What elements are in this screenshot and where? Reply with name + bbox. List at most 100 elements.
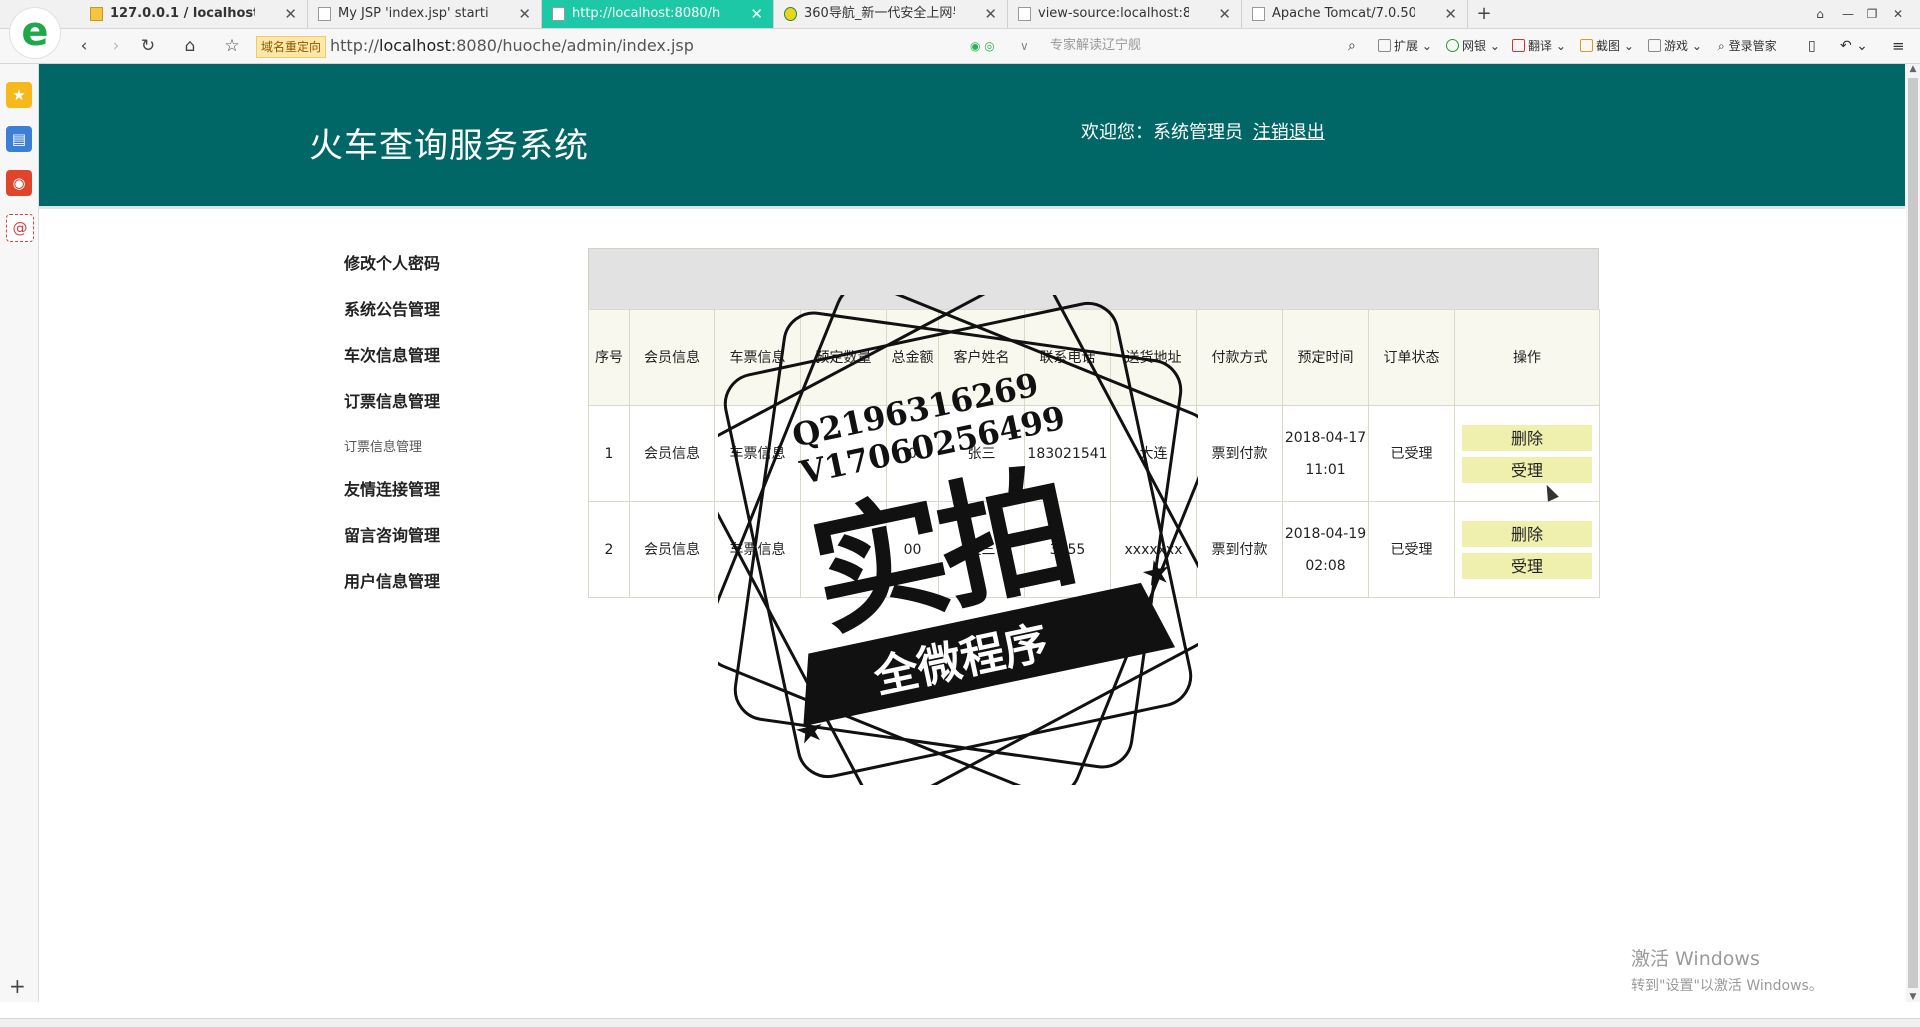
extend-icon xyxy=(1378,39,1391,52)
browser-tab-bar: 127.0.0.1 / localhost | phpMy ✕ My JSP '… xyxy=(0,0,1920,29)
tab-close-icon[interactable]: ✕ xyxy=(1444,0,1457,28)
column-header: 会员信息 xyxy=(629,309,715,406)
table-cell: 183021541 xyxy=(1024,405,1111,502)
submenu-item-booking[interactable]: 订票信息管理 xyxy=(344,436,422,455)
tab-close-icon[interactable]: ✕ xyxy=(1218,0,1231,28)
table-cell: 2018-04-19 02:08 xyxy=(1282,501,1369,598)
new-tab-button[interactable]: + xyxy=(1474,0,1494,28)
browser-tab-active[interactable]: http://localhost:8080/huoche/ ✕ xyxy=(542,0,774,28)
browser-tab[interactable]: Apache Tomcat/7.0.50 - Erro ✕ xyxy=(1242,0,1468,28)
tab-title: Apache Tomcat/7.0.50 - Erro xyxy=(1272,6,1415,21)
stamp-banner xyxy=(803,582,1176,727)
url-host: localhost xyxy=(379,36,451,55)
logout-link[interactable]: 注销退出 xyxy=(1253,122,1325,143)
delete-button[interactable]: 删除 xyxy=(1462,424,1592,451)
browser-tab[interactable]: view-source:localhost:8080/h ✕ xyxy=(1008,0,1242,28)
browser-logo-icon[interactable]: e xyxy=(10,8,60,58)
favorite-star-icon[interactable]: ☆ xyxy=(220,34,244,58)
search-input[interactable]: 专家解读辽宁舰 xyxy=(1050,34,1350,58)
forward-button[interactable]: › xyxy=(104,34,128,58)
menu-item-users[interactable]: 用户信息管理 xyxy=(344,568,440,592)
table-cell: 大连 xyxy=(1110,405,1197,502)
home-icon[interactable]: ⌂ xyxy=(178,34,202,58)
site-header: 火车查询服务系统 欢迎您：系统管理员 注销退出 xyxy=(39,64,1905,209)
star-icon: ★ xyxy=(791,708,829,753)
security-icon[interactable]: ◉ ◎ xyxy=(970,37,995,55)
menu-item-change-password[interactable]: 修改个人密码 xyxy=(344,250,440,274)
screenshot-label: 截图 xyxy=(1596,39,1621,53)
minimize-button[interactable]: — xyxy=(1838,4,1858,24)
column-header: 车票信息 xyxy=(714,309,801,406)
weibo-icon[interactable]: ◉ xyxy=(6,170,32,196)
table-header-row: 序号 会员信息 车票信息 预定数量 总金额 客户姓名 联系电话 送货地址 付款方… xyxy=(588,309,1600,406)
translate-menu[interactable]: 翻译 ⌄ xyxy=(1512,37,1566,55)
close-window-button[interactable]: ✕ xyxy=(1888,4,1908,24)
column-header: 操作 xyxy=(1454,309,1600,406)
games-label: 游戏 xyxy=(1664,39,1689,53)
menu-item-notice[interactable]: 系统公告管理 xyxy=(344,296,440,320)
delete-button[interactable]: 删除 xyxy=(1462,520,1592,547)
welcome-area: 欢迎您：系统管理员 注销退出 xyxy=(1081,118,1325,144)
menu-item-messages[interactable]: 留言咨询管理 xyxy=(344,522,440,546)
menu-item-train[interactable]: 车次信息管理 xyxy=(344,342,440,366)
games-menu[interactable]: 游戏 ⌄ xyxy=(1648,37,1702,55)
phpmyadmin-icon xyxy=(90,7,103,21)
star-icon[interactable]: ★ xyxy=(6,82,32,108)
add-icon[interactable]: + xyxy=(9,974,26,998)
bank-label: 网银 xyxy=(1462,39,1487,53)
activation-title: 激活 Windows xyxy=(1631,948,1760,970)
undo-icon[interactable]: ↶ ⌄ xyxy=(1840,37,1868,55)
accept-button[interactable]: 受理 xyxy=(1462,456,1592,483)
mail-icon[interactable]: @ xyxy=(6,214,34,242)
tab-close-icon[interactable]: ✕ xyxy=(750,0,763,28)
page-icon xyxy=(318,7,331,21)
table-cell: 车票信息 xyxy=(714,501,801,598)
table-cell: 00 xyxy=(886,501,939,598)
menu-icon[interactable]: ≡ xyxy=(1892,37,1905,55)
login-manager[interactable]: ⌕ 登录管家 xyxy=(1718,37,1777,55)
menu-item-booking[interactable]: 订票信息管理 xyxy=(344,388,440,412)
refresh-icon[interactable]: ↻ xyxy=(136,34,160,58)
action-cell: 删除 受理 xyxy=(1454,501,1600,598)
table-cell: 会员信息 xyxy=(629,405,715,502)
bookmark-icon[interactable]: ▯ xyxy=(1808,37,1816,55)
table-row: 2 会员信息 车票信息 00 文三 3555 xxxxxxx 票到付款 2018… xyxy=(588,501,1600,598)
browser-tab[interactable]: 127.0.0.1 / localhost | phpMy ✕ xyxy=(80,0,308,28)
column-header: 联系电话 xyxy=(1024,309,1111,406)
table-cell: 会员信息 xyxy=(629,501,715,598)
menu-item-links[interactable]: 友情连接管理 xyxy=(344,476,440,500)
scroll-up-icon[interactable]: ▲ xyxy=(1906,64,1920,74)
activation-subtitle: 转到"设置"以激活 Windows。 xyxy=(1631,978,1823,994)
url-prefix: http:// xyxy=(330,36,380,55)
url-field[interactable]: http://localhost:8080/huoche/admin/index… xyxy=(330,34,694,58)
browser-tab[interactable]: My JSP 'index.jsp' starting pa ✕ xyxy=(308,0,542,28)
tab-close-icon[interactable]: ✕ xyxy=(984,0,997,28)
tab-close-icon[interactable]: ✕ xyxy=(518,0,531,28)
dropdown-icon[interactable]: ∨ xyxy=(1020,37,1029,55)
news-icon[interactable]: ▤ xyxy=(6,126,32,152)
translate-icon xyxy=(1512,39,1525,52)
skin-icon[interactable]: ⌂ xyxy=(1810,4,1830,24)
browser-sidebar: ★ ▤ ◉ @ + xyxy=(0,64,39,1002)
extend-menu[interactable]: 扩展 ⌄ xyxy=(1378,37,1432,55)
page-icon xyxy=(1018,7,1031,21)
extend-label: 扩展 xyxy=(1394,39,1419,53)
accept-button[interactable]: 受理 xyxy=(1462,552,1592,579)
vertical-scrollbar[interactable]: ▲ ▼ xyxy=(1906,64,1920,1002)
browser-tab[interactable]: 360导航_新一代安全上网导航 ✕ xyxy=(774,0,1008,28)
scrollbar-thumb[interactable] xyxy=(1908,78,1918,988)
tab-close-icon[interactable]: ✕ xyxy=(284,0,297,28)
restore-button[interactable]: ❐ xyxy=(1862,4,1882,24)
booking-table-panel: 序号 会员信息 车票信息 预定数量 总金额 客户姓名 联系电话 送货地址 付款方… xyxy=(588,248,1600,598)
column-header: 预定时间 xyxy=(1282,309,1369,406)
table-cell xyxy=(800,501,887,598)
bank-menu[interactable]: 网银 ⌄ xyxy=(1446,37,1500,55)
search-icon[interactable]: ⌕ xyxy=(1348,37,1356,55)
booking-table: 序号 会员信息 车票信息 预定数量 总金额 客户姓名 联系电话 送货地址 付款方… xyxy=(588,309,1600,598)
table-cell: 张三 xyxy=(938,405,1025,502)
back-button[interactable]: ‹ xyxy=(72,34,96,58)
column-header: 付款方式 xyxy=(1196,309,1283,406)
tab-title: 127.0.0.1 / localhost | phpMy xyxy=(110,6,255,21)
scroll-down-icon[interactable]: ▼ xyxy=(1906,992,1920,1002)
screenshot-menu[interactable]: 截图 ⌄ xyxy=(1580,37,1634,55)
